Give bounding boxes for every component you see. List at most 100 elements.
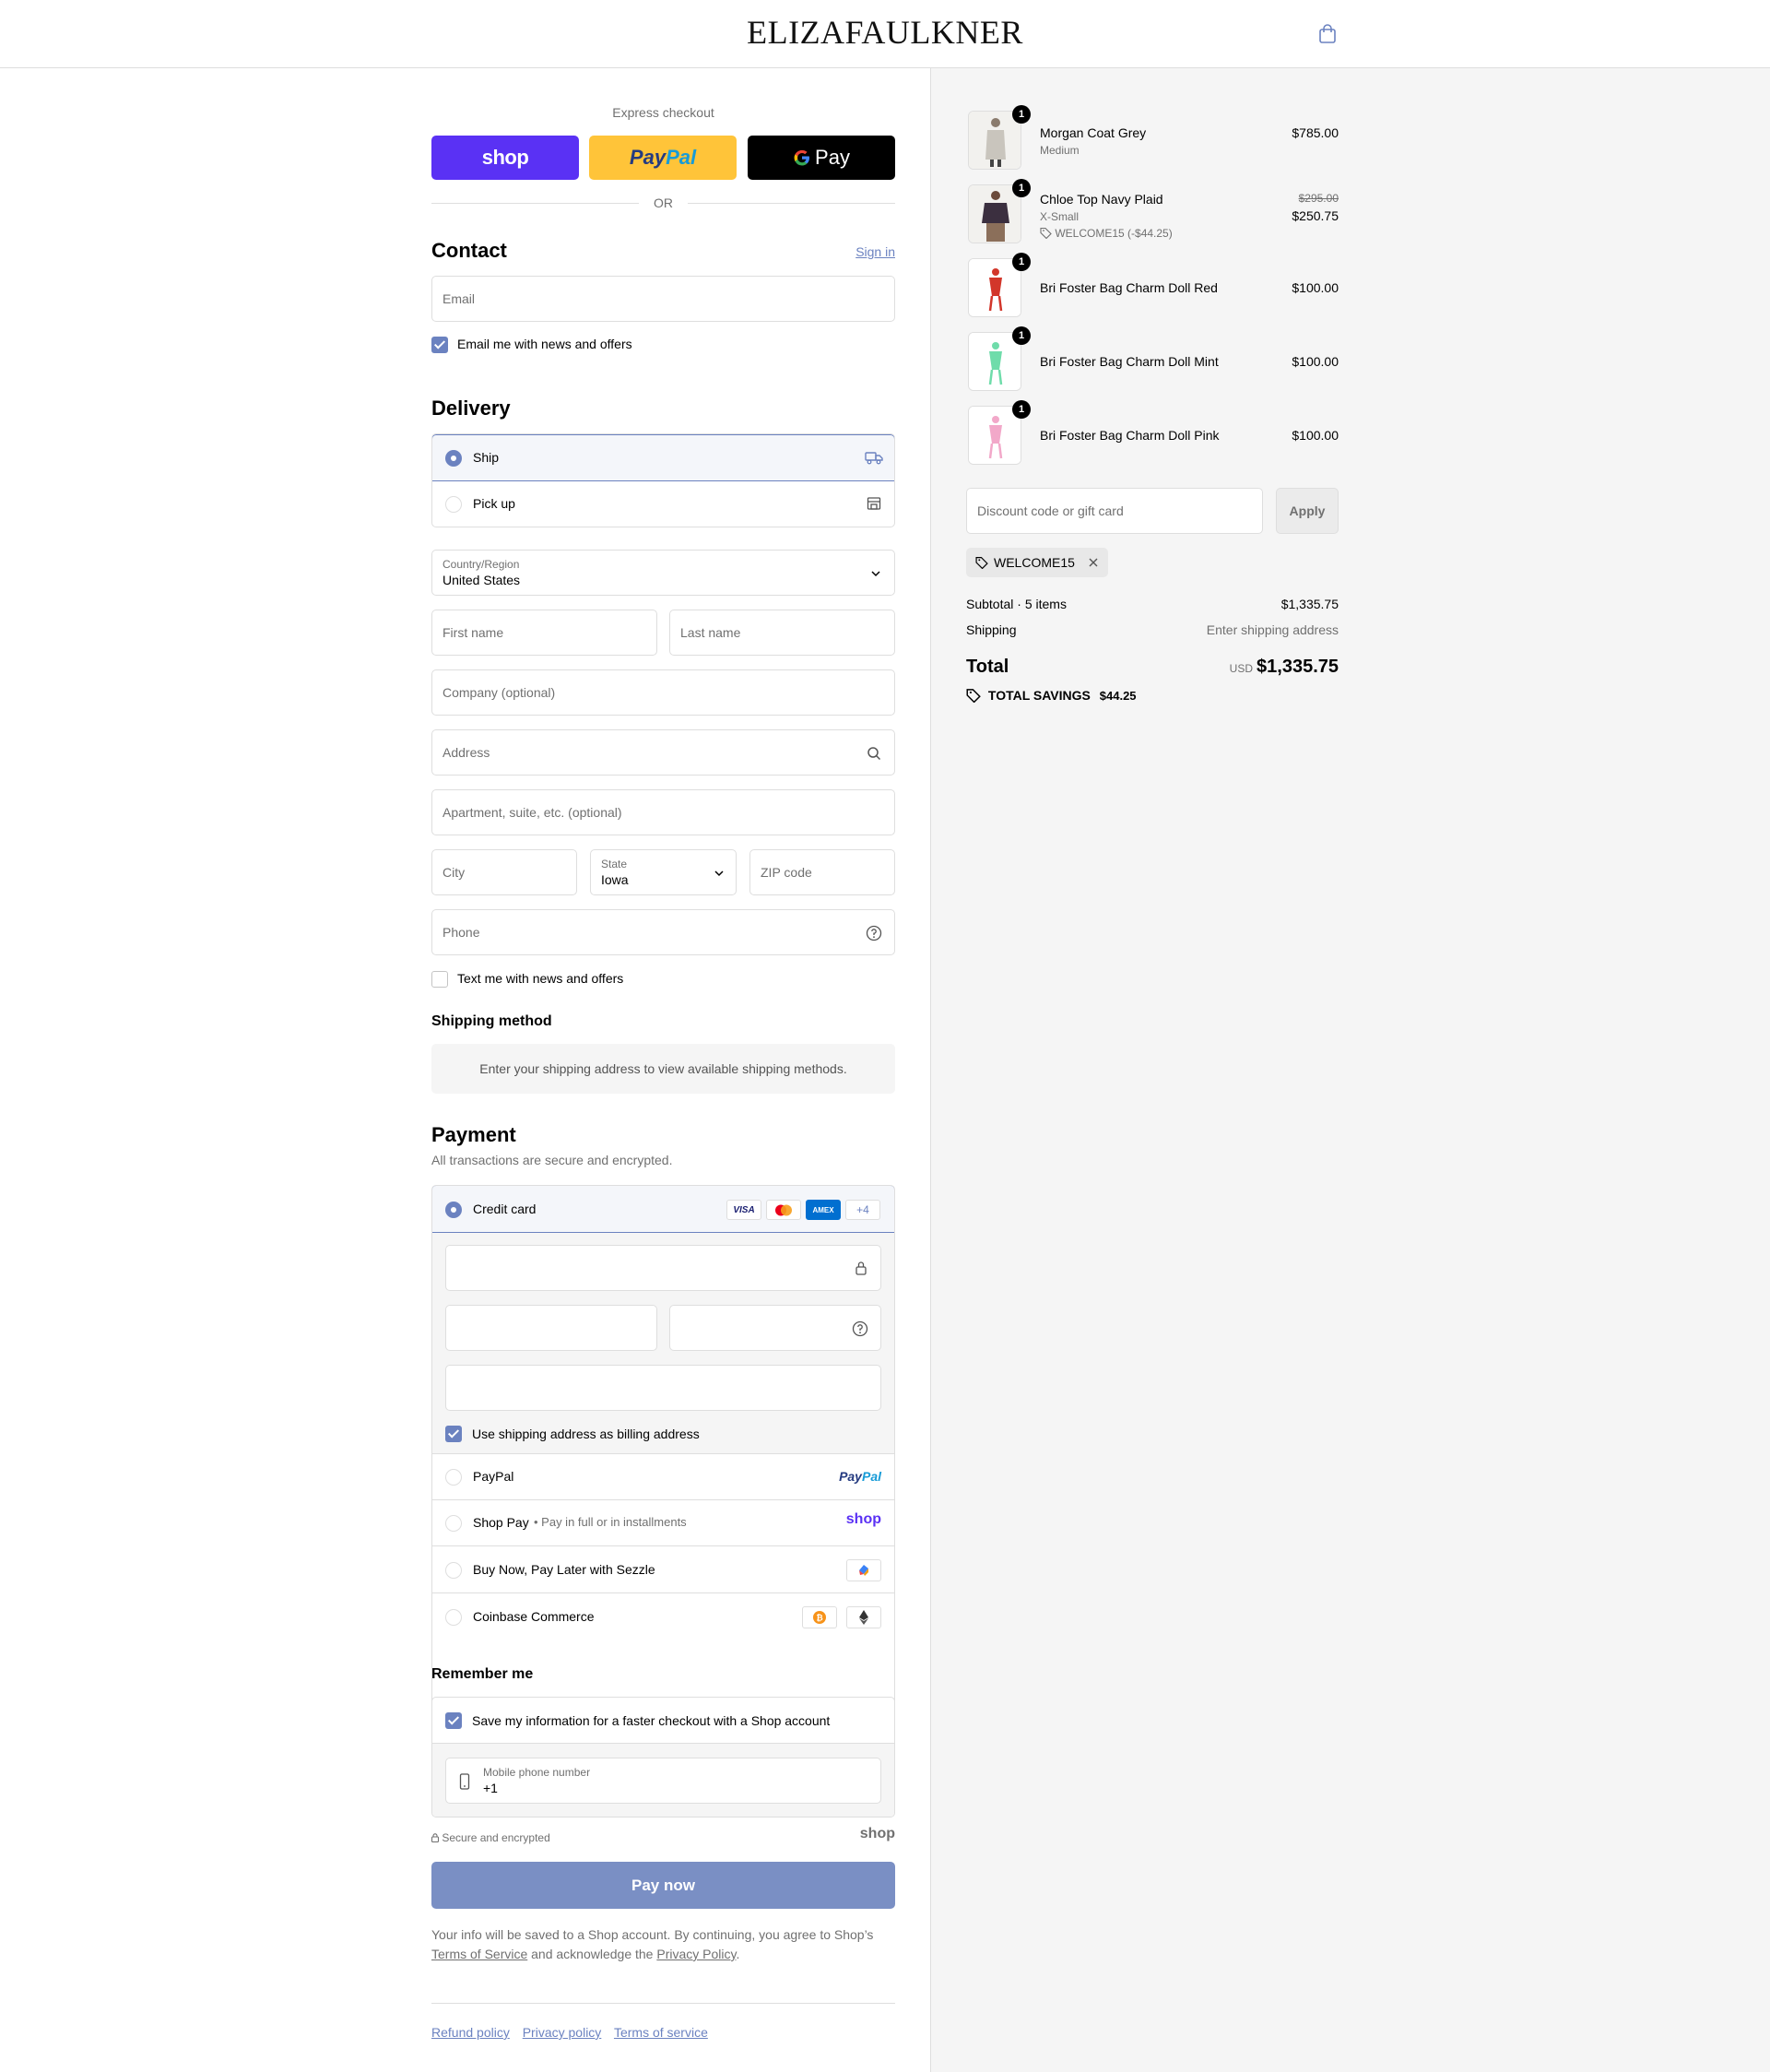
sezzle-radio[interactable] — [445, 1562, 462, 1579]
company-field[interactable]: Company (optional) — [431, 669, 895, 716]
pay-now-button[interactable]: Pay now — [431, 1862, 895, 1909]
billing-same-checkbox[interactable] — [445, 1426, 462, 1442]
sign-in-link[interactable]: Sign in — [856, 244, 895, 259]
cart-item: 1 Bri Foster Bag Charm Doll Mint $100.00 — [966, 326, 1339, 391]
item-variant: X-Small — [1040, 210, 1080, 223]
payment-subtitle: All transactions are secure and encrypte… — [431, 1153, 673, 1167]
cart-item: 1 Bri Foster Bag Charm Doll Red $100.00 — [966, 253, 1339, 317]
ethereum-icon — [846, 1606, 881, 1628]
tag-icon — [966, 689, 981, 704]
email-news-checkbox[interactable] — [431, 337, 448, 353]
refund-policy-link[interactable]: Refund policy — [431, 2025, 510, 2040]
or-label: OR — [654, 195, 673, 210]
last-name-placeholder: Last name — [680, 625, 741, 640]
legal-mid: and acknowledge the — [531, 1947, 654, 1961]
shop-pay-sub-text: Pay in full or in installments — [541, 1515, 687, 1529]
shop-pay-sub: • Pay in full or in installments — [534, 1515, 687, 1529]
payment-option-paypal[interactable]: PayPal PayPal — [432, 1454, 894, 1500]
shop-account-section: Mobile phone number +1 — [432, 1744, 894, 1817]
privacy-policy-link[interactable]: Privacy policy — [523, 2025, 602, 2040]
terms-of-service-link[interactable]: Terms of service — [614, 2025, 708, 2040]
cardholder-name-field[interactable] — [445, 1365, 881, 1411]
payment-option-credit-card[interactable]: Credit card VISA AMEX +4 — [432, 1186, 894, 1233]
total-currency: USD — [1229, 662, 1254, 675]
payment-option-coinbase[interactable]: Coinbase Commerce ₿ — [432, 1593, 894, 1640]
paypal-radio[interactable] — [445, 1469, 462, 1486]
phone-placeholder: Phone — [442, 925, 480, 940]
pickup-radio[interactable] — [445, 496, 462, 513]
quantity-badge: 1 — [1012, 179, 1031, 197]
shop-pay-label: Shop Pay — [473, 1515, 529, 1530]
paypal-button[interactable]: Pay Pal — [589, 136, 737, 180]
svg-text:₿: ₿ — [816, 1614, 822, 1624]
country-select[interactable]: Country/Region United States — [431, 550, 895, 596]
card-number-field[interactable] — [445, 1245, 881, 1291]
item-price: $785.00 — [1292, 125, 1339, 140]
text-news-checkbox[interactable] — [431, 971, 448, 988]
item-name: Bri Foster Bag Charm Doll Mint — [1040, 354, 1219, 369]
apartment-field[interactable]: Apartment, suite, etc. (optional) — [431, 789, 895, 835]
phone-field[interactable]: Phone — [431, 909, 895, 955]
payment-method-group: Credit card VISA AMEX +4 Use shipping ad… — [431, 1185, 895, 1711]
more-cards-badge: +4 — [845, 1200, 880, 1220]
brand-logo[interactable]: ELIZAFAULKNER — [0, 13, 1770, 52]
state-select[interactable]: State Iowa — [590, 849, 737, 895]
shop-pay-button[interactable]: shop — [431, 136, 579, 180]
chevron-down-icon — [871, 571, 880, 577]
last-name-field[interactable]: Last name — [669, 610, 895, 656]
shopping-bag-icon[interactable] — [1318, 24, 1337, 44]
card-expiry-field[interactable] — [445, 1305, 657, 1351]
city-field[interactable]: City — [431, 849, 577, 895]
close-icon[interactable] — [1088, 557, 1099, 568]
shop-pay-logo: shop — [845, 1511, 881, 1527]
quantity-badge: 1 — [1012, 400, 1031, 419]
coinbase-radio[interactable] — [445, 1609, 462, 1626]
item-original-price: $295.00 — [1298, 192, 1339, 205]
quantity-badge: 1 — [1012, 253, 1031, 271]
item-name: Bri Foster Bag Charm Doll Red — [1040, 280, 1218, 295]
remember-me-group: Save my information for a faster checkou… — [431, 1697, 895, 1817]
visa-label: VISA — [733, 1204, 755, 1215]
email-field[interactable]: Email — [431, 276, 895, 322]
payment-option-sezzle[interactable]: Buy Now, Pay Later with Sezzle — [432, 1546, 894, 1593]
payment-option-shop-pay[interactable]: Shop Pay • Pay in full or in installment… — [432, 1500, 894, 1546]
credit-card-radio[interactable] — [445, 1202, 462, 1218]
google-pay-button[interactable]: Pay — [748, 136, 895, 180]
help-circle-icon[interactable] — [866, 925, 882, 941]
express-checkout-label: Express checkout — [612, 105, 714, 120]
country-label: Country/Region — [442, 558, 520, 571]
address-field[interactable]: Address — [431, 729, 895, 776]
delivery-option-ship[interactable]: Ship — [432, 434, 894, 481]
shop-privacy-link[interactable]: Privacy Policy — [656, 1947, 736, 1961]
address-placeholder: Address — [442, 745, 490, 760]
apply-discount-button[interactable]: Apply — [1276, 488, 1339, 534]
email-news-label: Email me with news and offers — [457, 337, 632, 351]
mobile-phone-field[interactable]: Mobile phone number +1 — [445, 1758, 881, 1804]
tag-icon — [975, 557, 988, 569]
shop-pay-radio[interactable] — [445, 1515, 462, 1532]
amex-label: AMEX — [812, 1205, 834, 1214]
total-savings-label: TOTAL SAVINGS — [987, 688, 1091, 703]
apartment-placeholder: Apartment, suite, etc. (optional) — [442, 805, 622, 820]
discount-code-field[interactable]: Discount code or gift card — [966, 488, 1263, 534]
save-info-checkbox[interactable] — [445, 1712, 462, 1729]
card-cvv-field[interactable] — [669, 1305, 881, 1351]
delivery-option-pickup[interactable]: Pick up — [432, 481, 894, 527]
shop-terms-link[interactable]: Terms of Service — [431, 1947, 527, 1961]
ship-radio[interactable] — [445, 450, 462, 467]
truck-icon — [865, 452, 883, 465]
legal-text: Your info will be saved to a Shop accoun… — [431, 1925, 895, 1964]
help-circle-icon[interactable] — [852, 1320, 868, 1337]
first-name-field[interactable]: First name — [431, 610, 657, 656]
mastercard-icon — [766, 1200, 801, 1220]
subtotal-label: Subtotal · 5 items — [966, 597, 1067, 611]
paypal-logo-pal: Pal — [861, 1469, 881, 1484]
text-news-label: Text me with news and offers — [457, 971, 624, 986]
contact-heading: Contact — [431, 239, 507, 262]
quantity-badge: 1 — [1012, 105, 1031, 124]
zip-field[interactable]: ZIP code — [749, 849, 895, 895]
state-value: Iowa — [601, 872, 629, 887]
sezzle-icon — [846, 1559, 881, 1581]
item-discount-text: WELCOME15 (-$44.25) — [1055, 227, 1173, 240]
mobile-phone-value: +1 — [483, 1781, 498, 1795]
